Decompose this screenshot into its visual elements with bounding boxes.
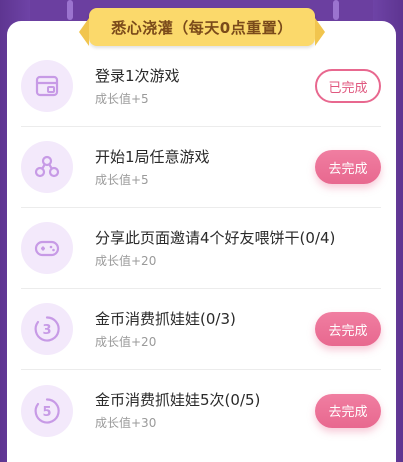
number-5-icon: 5 [21,384,73,437]
task-reward: 成长值+20 [95,334,157,349]
section-title: 悉心浇灌（每天0点重置） [111,18,293,37]
task-reward: 成长值+5 [95,172,149,187]
task-row-claw-5: 5 金币消费抓娃娃5次(0/5) 成长值+30 去完成 [21,370,381,451]
task-reward: 成长值+20 [95,253,157,268]
task-row-login: 登录1次游戏 成长值+5 已完成 [21,46,381,127]
tree-icon [21,141,73,193]
section-title-banner: 悉心浇灌（每天0点重置） [79,8,325,46]
task-title: 开始1局任意游戏 [95,147,210,166]
go-complete-button[interactable]: 去完成 [315,312,381,346]
go-complete-button[interactable]: 去完成 [315,150,381,184]
svg-text:5: 5 [42,405,51,420]
task-row-share: 分享此页面邀请4个好友喂饼干(0/4) 成长值+20 [21,208,381,289]
task-row-claw-3: 3 金币消费抓娃娃(0/3) 成长值+20 去完成 [21,289,381,370]
decor-rod [333,0,339,20]
svg-text:3: 3 [42,323,51,338]
task-reward: 成长值+30 [95,416,157,430]
task-title: 分享此页面邀请4个好友喂饼干(0/4) [95,228,336,247]
completed-button[interactable]: 已完成 [315,69,381,103]
task-row-start-game: 开始1局任意游戏 成长值+5 去完成 [21,127,381,208]
task-card: 登录1次游戏 成长值+5 已完成 开始1局任意游戏 成长值+5 去完成 分享此页… [7,21,396,462]
gamepad-icon [21,222,73,274]
go-complete-button[interactable]: 去完成 [315,393,381,428]
decor-rod [67,0,73,20]
number-3-icon: 3 [21,303,73,355]
task-title: 金币消费抓娃娃5次(0/5) [95,391,261,409]
task-title: 登录1次游戏 [95,66,180,85]
task-title: 金币消费抓娃娃(0/3) [95,309,236,328]
ticket-icon [21,60,73,112]
task-reward: 成长值+5 [95,91,149,106]
